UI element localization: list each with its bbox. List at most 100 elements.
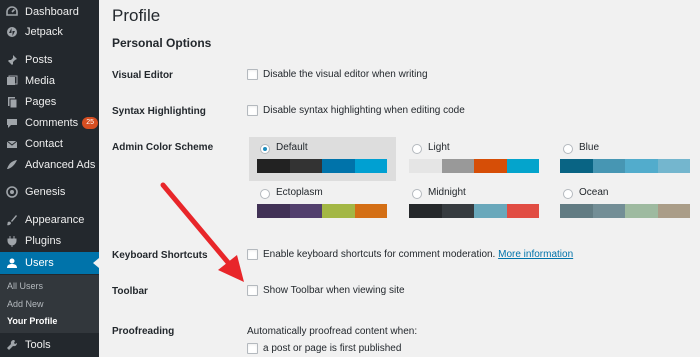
- ads-icon: [5, 158, 19, 172]
- color-swatches: [409, 159, 539, 173]
- color-scheme-radio[interactable]: [260, 144, 270, 154]
- color-swatches: [560, 159, 690, 173]
- comment-icon: [5, 116, 19, 130]
- color-scheme-name: Blue: [579, 142, 600, 153]
- sidebar-item-label: Tools: [25, 339, 51, 351]
- color-swatch: [560, 204, 593, 218]
- sidebar-item-label: Users: [25, 257, 54, 269]
- sidebar-item-label: Dashboard: [25, 6, 79, 18]
- keyboard-shortcuts-label: Keyboard Shortcuts: [112, 250, 208, 261]
- sidebar-item-pages[interactable]: Pages: [0, 92, 99, 112]
- color-scheme-ocean[interactable]: Ocean: [552, 182, 699, 226]
- color-swatch: [409, 204, 442, 218]
- color-swatch: [657, 204, 690, 218]
- color-scheme-radio[interactable]: [563, 144, 573, 154]
- comment-count-badge: 25: [82, 117, 98, 129]
- sidebar-item-contact[interactable]: Contact: [0, 134, 99, 154]
- color-scheme-radio[interactable]: [260, 189, 270, 199]
- more-information-link[interactable]: More information: [498, 249, 573, 260]
- color-swatch: [289, 159, 322, 173]
- media-icon: [5, 74, 19, 88]
- admin-sidebar: Dashboard Jetpack Posts Media Pages Comm…: [0, 0, 99, 357]
- color-swatch: [441, 159, 474, 173]
- sidebar-item-advanced-ads[interactable]: Advanced Ads: [0, 155, 99, 175]
- sidebar-item-users[interactable]: Users: [0, 252, 99, 274]
- main-content: Profile Personal Options Visual Editor D…: [99, 0, 700, 357]
- proofreading-intro-text: Automatically proofread content when:: [247, 326, 418, 337]
- color-swatch: [592, 159, 625, 173]
- color-scheme-name: Ectoplasm: [276, 187, 323, 198]
- sidebar-item-media[interactable]: Media: [0, 71, 99, 91]
- color-swatch: [474, 159, 507, 173]
- color-swatch: [625, 204, 658, 218]
- submenu-your-profile[interactable]: Your Profile: [7, 316, 57, 326]
- color-swatches: [409, 204, 539, 218]
- color-scheme-name: Ocean: [579, 187, 609, 198]
- submenu-add-new[interactable]: Add New: [7, 299, 44, 309]
- sidebar-item-label: Contact: [25, 138, 63, 150]
- pages-icon: [5, 95, 19, 109]
- proofreading-option-text: a post or page is first published: [263, 343, 402, 354]
- color-scheme-blue[interactable]: Blue: [552, 137, 699, 181]
- color-scheme-radio[interactable]: [563, 189, 573, 199]
- dashboard-icon: [5, 5, 19, 19]
- sidebar-item-label: Appearance: [25, 214, 85, 226]
- sidebar-item-genesis[interactable]: Genesis: [0, 182, 99, 202]
- sidebar-item-label: Jetpack: [25, 26, 63, 38]
- color-scheme-default[interactable]: Default: [249, 137, 396, 181]
- sidebar-item-comments[interactable]: Comments 25: [0, 113, 99, 133]
- sidebar-item-label: Comments: [25, 117, 79, 129]
- color-swatch: [441, 204, 474, 218]
- sidebar-item-appearance[interactable]: Appearance: [0, 210, 99, 230]
- color-scheme-name: Midnight: [428, 187, 466, 198]
- sidebar-item-dashboard[interactable]: Dashboard: [0, 2, 99, 22]
- sidebar-item-label: Media: [25, 75, 55, 87]
- proofreading-checkbox[interactable]: [247, 343, 258, 354]
- color-scheme-ectoplasm[interactable]: Ectoplasm: [249, 182, 396, 226]
- visual-editor-checkbox[interactable]: [247, 69, 258, 80]
- plug-icon: [5, 234, 19, 248]
- keyboard-shortcuts-checkbox[interactable]: [247, 249, 258, 260]
- envelope-icon: [5, 137, 19, 151]
- syntax-highlighting-checkbox[interactable]: [247, 105, 258, 116]
- color-swatch: [506, 159, 539, 173]
- sidebar-item-posts[interactable]: Posts: [0, 50, 99, 70]
- visual-editor-label: Visual Editor: [112, 70, 173, 81]
- color-swatch: [657, 159, 690, 173]
- sidebar-item-label: Plugins: [25, 235, 62, 247]
- keyboard-shortcuts-text: Enable keyboard shortcuts for comment mo…: [263, 249, 496, 260]
- color-swatches: [257, 159, 387, 173]
- pin-icon: [5, 53, 19, 67]
- color-scheme-radio[interactable]: [412, 189, 422, 199]
- color-scheme-midnight[interactable]: Midnight: [401, 182, 548, 226]
- color-scheme-label: Admin Color Scheme: [112, 142, 214, 153]
- sidebar-item-label: Posts: [25, 54, 53, 66]
- color-swatch: [506, 204, 539, 218]
- color-scheme-radio[interactable]: [412, 144, 422, 154]
- color-swatch: [409, 159, 442, 173]
- users-icon: [5, 256, 19, 270]
- brush-icon: [5, 213, 19, 227]
- color-scheme-light[interactable]: Light: [401, 137, 548, 181]
- sidebar-item-label: Advanced Ads: [25, 159, 96, 171]
- color-swatch: [354, 159, 387, 173]
- color-swatch: [625, 159, 658, 173]
- sidebar-item-plugins[interactable]: Plugins: [0, 231, 99, 251]
- submenu-all-users[interactable]: All Users: [7, 281, 43, 291]
- color-swatch: [322, 159, 355, 173]
- sidebar-item-jetpack[interactable]: Jetpack: [0, 22, 99, 42]
- color-swatch: [257, 204, 290, 218]
- sidebar-item-label: Pages: [25, 96, 57, 108]
- wrench-icon: [5, 338, 19, 352]
- color-swatch: [592, 204, 625, 218]
- color-swatch: [257, 159, 290, 173]
- toolbar-checkbox[interactable]: [247, 285, 258, 296]
- color-swatch: [289, 204, 322, 218]
- color-swatch: [560, 159, 593, 173]
- sidebar-item-tools[interactable]: Tools: [0, 335, 99, 355]
- syntax-highlighting-option-text: Disable syntax highlighting when editing…: [263, 105, 465, 116]
- color-scheme-name: Light: [428, 142, 450, 153]
- toolbar-option-text: Show Toolbar when viewing site: [263, 285, 405, 296]
- color-swatches: [560, 204, 690, 218]
- color-scheme-name: Default: [276, 142, 308, 153]
